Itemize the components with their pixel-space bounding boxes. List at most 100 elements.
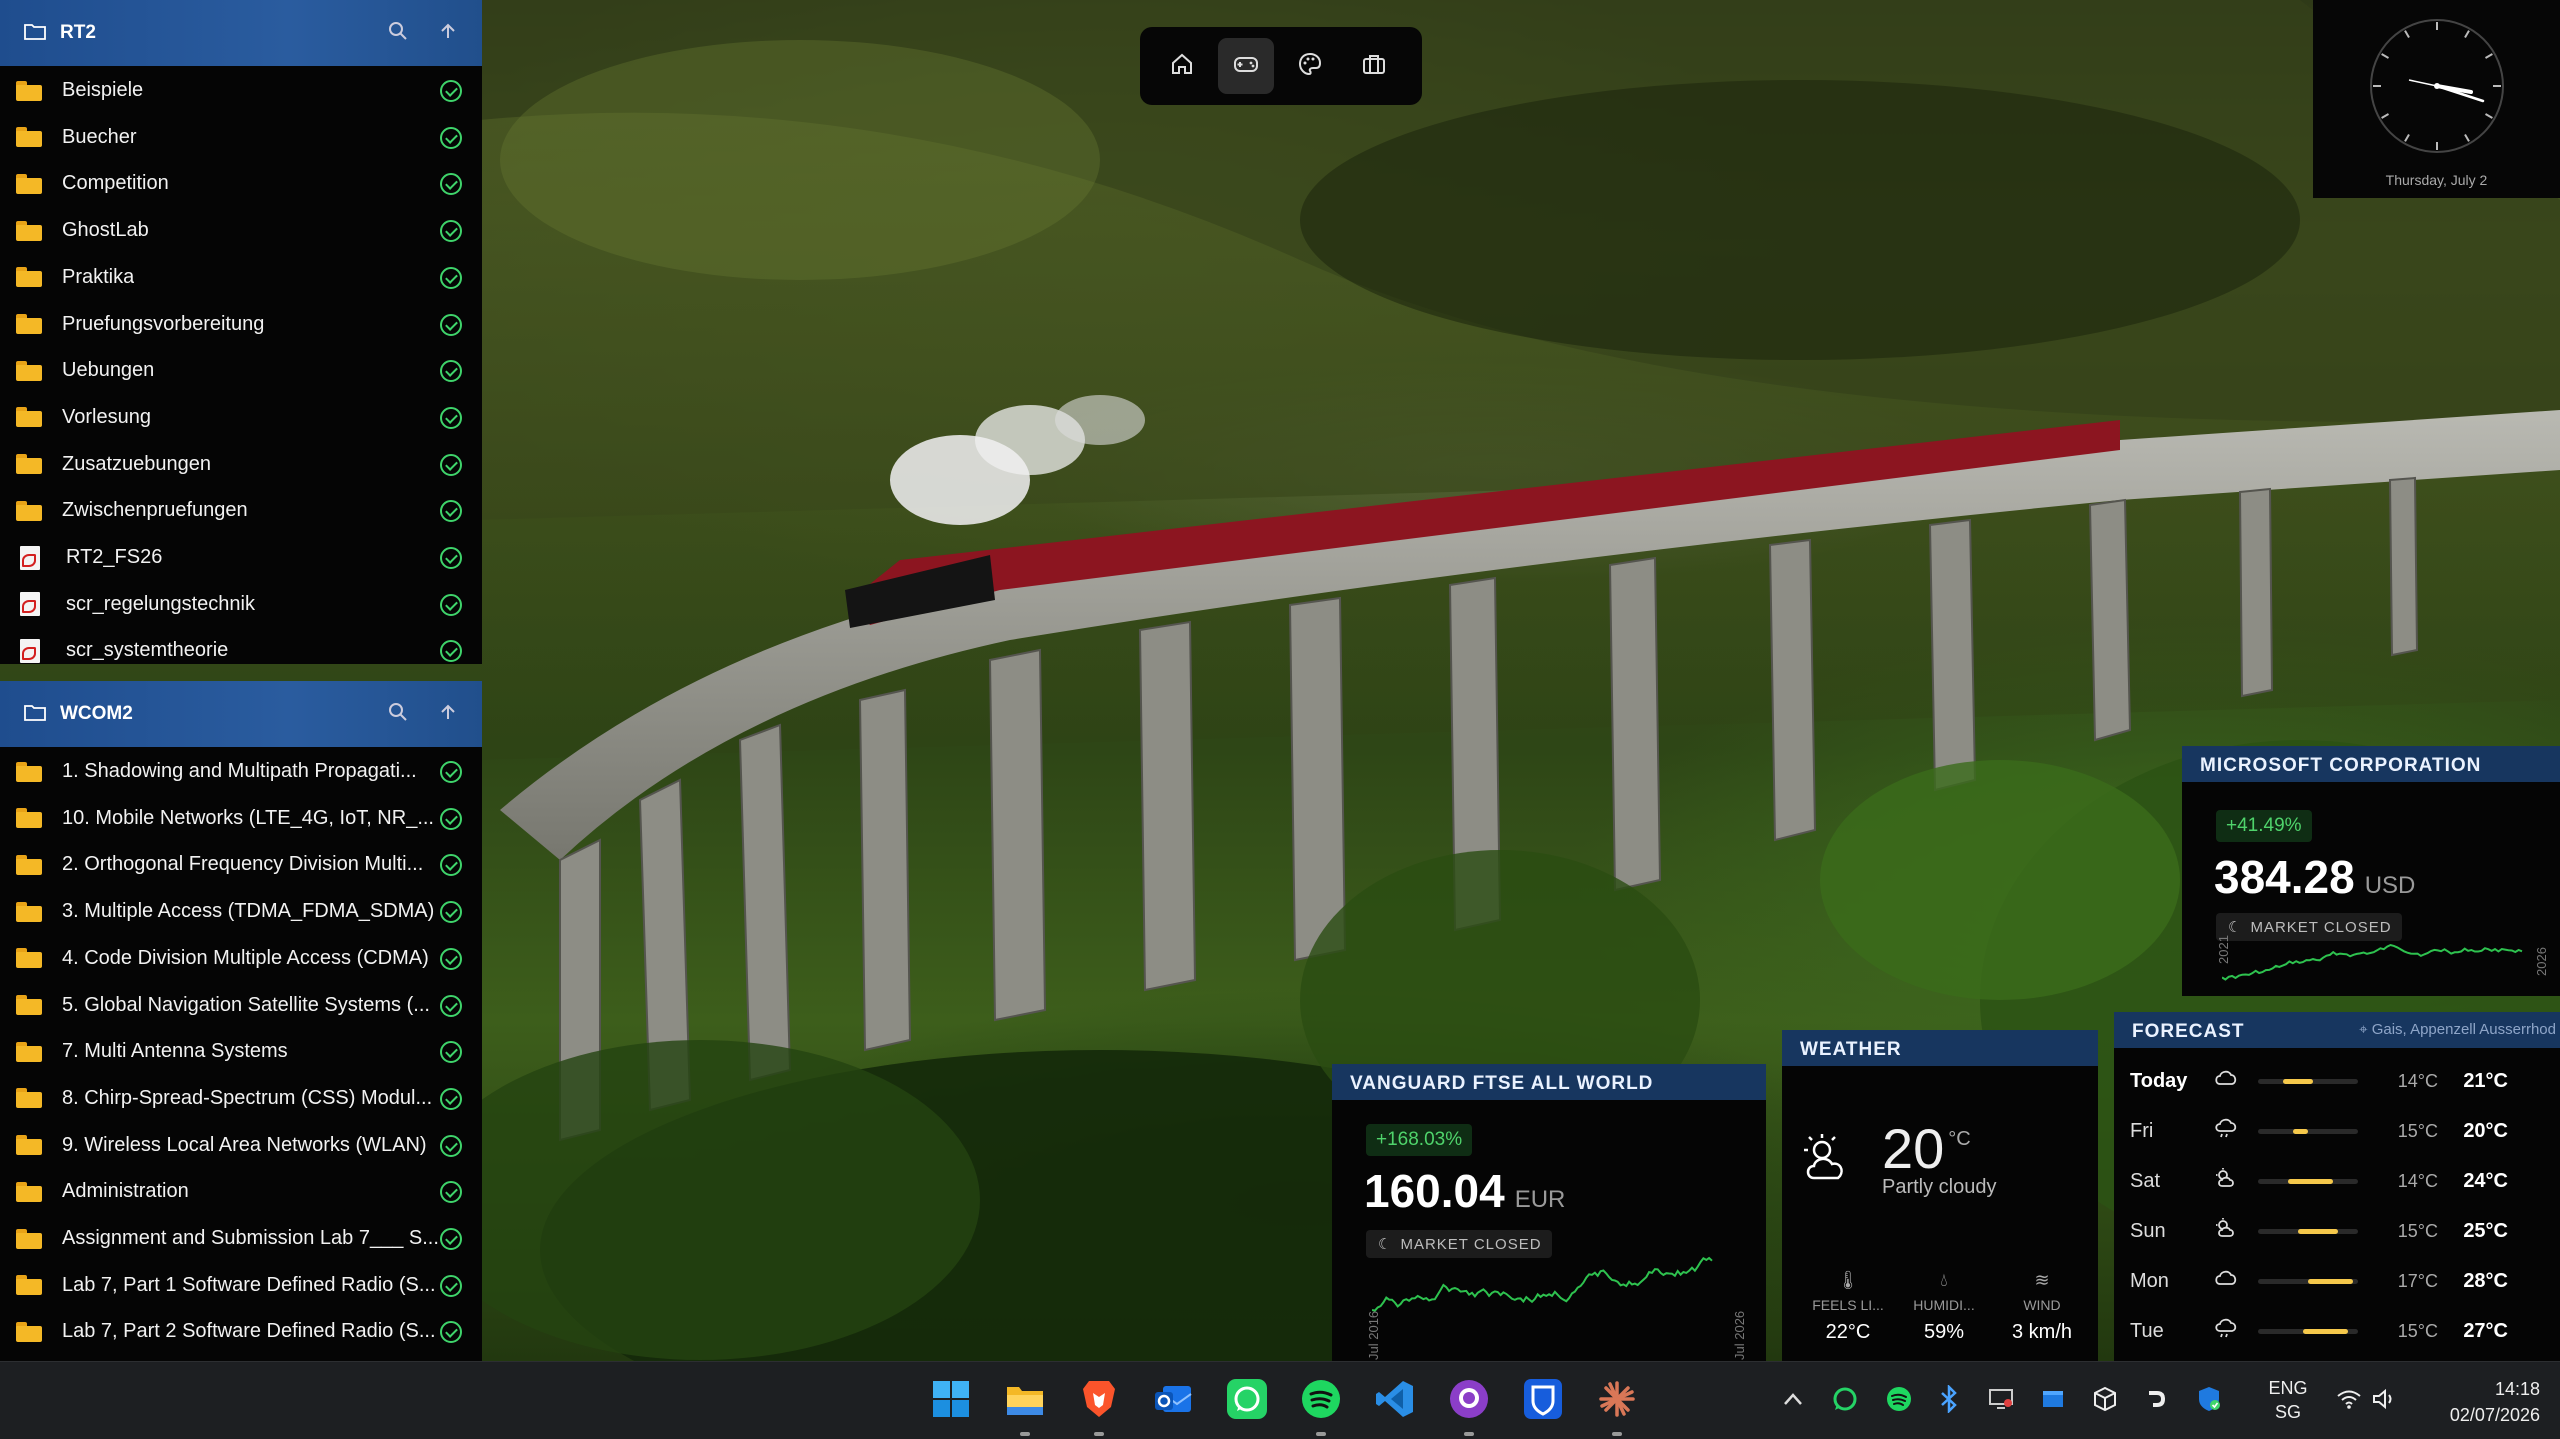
taskbar-github-desktop[interactable]: [1446, 1378, 1492, 1436]
tray-cube-app[interactable]: [2090, 1386, 2120, 1416]
tray-bluetooth[interactable]: [1934, 1383, 1964, 1416]
item-name: 7. Multi Antenna Systems: [62, 1040, 288, 1063]
taskbar-vscode[interactable]: [1372, 1378, 1418, 1424]
taskbar-whatsapp[interactable]: [1224, 1378, 1270, 1424]
tray-defender[interactable]: [2194, 1386, 2224, 1416]
palette-icon: [1297, 51, 1323, 82]
spotify-tray-icon: [1886, 1386, 1912, 1417]
theme-button[interactable]: [1282, 38, 1338, 94]
arrow-up-icon[interactable]: [438, 702, 458, 727]
forecast-day: Fri: [2130, 1119, 2154, 1142]
item-name: Buecher: [62, 125, 137, 148]
briefcase-icon: [1361, 51, 1387, 82]
arrow-up-icon[interactable]: [438, 21, 458, 46]
sync-check-icon: [440, 1228, 462, 1250]
forecast-row: Sun 15°C 25°C: [2114, 1206, 2560, 1256]
list-item[interactable]: Competition: [0, 160, 482, 207]
language-indicator[interactable]: ENG SG: [2262, 1376, 2314, 1424]
taskbar-claude[interactable]: [1594, 1378, 1640, 1436]
list-item[interactable]: 3. Multiple Access (TDMA_FDMA_SDMA): [0, 888, 482, 935]
defender-icon: [2196, 1385, 2222, 1418]
sync-check-icon: [440, 761, 462, 783]
list-item[interactable]: 4. Code Division Multiple Access (CDMA): [0, 935, 482, 982]
list-item[interactable]: 9. Wireless Local Area Networks (WLAN): [0, 1122, 482, 1169]
list-item[interactable]: Lab 7, Part 2 Software Defined Radio (S.…: [0, 1308, 482, 1355]
file-explorer-icon: [1005, 1381, 1045, 1422]
taskbar: ENG SG 14:18 02/07/2026: [0, 1361, 2560, 1439]
list-item[interactable]: Pruefungsvorbereitung: [0, 301, 482, 348]
msft-title: MICROSOFT CORPORATION: [2182, 746, 2560, 782]
list-item[interactable]: Assignment and Submission Lab 7___ S...: [0, 1215, 482, 1262]
item-name: 5. Global Navigation Satellite Systems (…: [62, 993, 430, 1016]
brave-icon: [1081, 1379, 1117, 1424]
list-item[interactable]: 10. Mobile Networks (LTE_4G, IoT, NR_...: [0, 795, 482, 842]
running-indicator: [1316, 1432, 1326, 1436]
taskbar-file-explorer[interactable]: [1002, 1378, 1048, 1436]
gaming-button[interactable]: [1218, 38, 1274, 94]
tray-wifi[interactable]: [2334, 1386, 2364, 1416]
folder-outline-icon: [24, 703, 46, 726]
list-item[interactable]: Administration: [0, 1168, 482, 1215]
item-name: Vorlesung: [62, 405, 151, 428]
cloud-icon: [2214, 1067, 2238, 1095]
taskbar-outlook[interactable]: [1150, 1378, 1196, 1424]
item-name: GhostLab: [62, 219, 149, 242]
forecast-low: 15°C: [2397, 1320, 2438, 1341]
work-button[interactable]: [1346, 38, 1402, 94]
list-item[interactable]: 8. Chirp-Spread-Spectrum (CSS) Modul...: [0, 1075, 482, 1122]
taskbar-spotify[interactable]: [1298, 1378, 1344, 1436]
list-item[interactable]: Buecher: [0, 114, 482, 161]
home-icon: [1169, 51, 1195, 82]
forecast-day: Sat: [2130, 1169, 2161, 1192]
wcom2-panel-title: WCOM2: [60, 703, 133, 724]
list-item[interactable]: scr_systemtheorie: [0, 627, 482, 674]
msft-stock-widget[interactable]: MICROSOFT CORPORATION +41.49% 384.28 USD…: [2182, 746, 2560, 996]
list-item[interactable]: 1. Shadowing and Multipath Propagati...: [0, 748, 482, 795]
list-item[interactable]: Uebungen: [0, 347, 482, 394]
list-item[interactable]: Lab 7, Part 1 Software Defined Radio (S.…: [0, 1262, 482, 1309]
list-item[interactable]: RT2_FS26: [0, 534, 482, 581]
tray-volume[interactable]: [2370, 1386, 2400, 1416]
vanguard-stock-widget[interactable]: VANGUARD FTSE ALL WORLD +168.03% 160.04 …: [1332, 1064, 1766, 1361]
item-name: 4. Code Division Multiple Access (CDMA): [62, 946, 429, 969]
list-item[interactable]: Vorlesung: [0, 394, 482, 441]
forecast-row: Fri 15°C 20°C: [2114, 1106, 2560, 1156]
list-item[interactable]: Zusatzuebungen: [0, 441, 482, 488]
system-clock[interactable]: 14:18 02/07/2026: [2410, 1376, 2540, 1428]
list-item[interactable]: 7. Multi Antenna Systems: [0, 1028, 482, 1075]
moon-icon: ☾: [1378, 1236, 1393, 1253]
tray-game-app[interactable]: [2142, 1386, 2172, 1416]
forecast-low: 14°C: [2397, 1170, 2438, 1191]
show-hidden-icons-button[interactable]: [1778, 1386, 1808, 1416]
partly-cloudy-icon: [1800, 1130, 1860, 1195]
list-item[interactable]: GhostLab: [0, 207, 482, 254]
start-button[interactable]: [928, 1378, 974, 1424]
search-icon[interactable]: [388, 702, 408, 727]
taskbar-brave[interactable]: [1076, 1378, 1122, 1436]
taskbar-bitwarden[interactable]: [1520, 1378, 1566, 1424]
sync-check-icon: [440, 266, 462, 289]
pdf-file-icon: [20, 638, 40, 663]
home-button[interactable]: [1154, 38, 1210, 94]
item-name: Praktika: [62, 265, 135, 288]
list-item[interactable]: Zwischenpruefungen: [0, 487, 482, 534]
forecast-low: 15°C: [2397, 1220, 2438, 1241]
list-item[interactable]: scr_regelungstechnik: [0, 581, 482, 628]
tray-windows-app[interactable]: [2038, 1386, 2068, 1416]
item-name: Pruefungsvorbereitung: [62, 312, 265, 335]
list-item[interactable]: 2. Orthogonal Frequency Division Multi..…: [0, 841, 482, 888]
tray-display[interactable]: [1986, 1386, 2016, 1416]
sync-check-icon: [440, 901, 462, 924]
forecast-widget[interactable]: FORECAST ⌖ Gais, Appenzell Ausserrhod To…: [2114, 1012, 2560, 1361]
tray-whatsapp[interactable]: [1830, 1386, 1860, 1416]
tray-spotify[interactable]: [1884, 1386, 1914, 1416]
list-item[interactable]: 5. Global Navigation Satellite Systems (…: [0, 982, 482, 1029]
clock-date: Thursday, July 2: [2385, 172, 2488, 188]
list-item[interactable]: Beispiele: [0, 67, 482, 114]
list-item[interactable]: Praktika: [0, 254, 482, 301]
outlook-icon: [1153, 1380, 1193, 1423]
sync-check-icon: [440, 1087, 462, 1110]
search-icon[interactable]: [388, 21, 408, 46]
folder-icon: [16, 1228, 42, 1249]
weather-widget[interactable]: WEATHER 20 °C Partly cloudy 🌡︎ FEELS LI.…: [1782, 1030, 2098, 1361]
